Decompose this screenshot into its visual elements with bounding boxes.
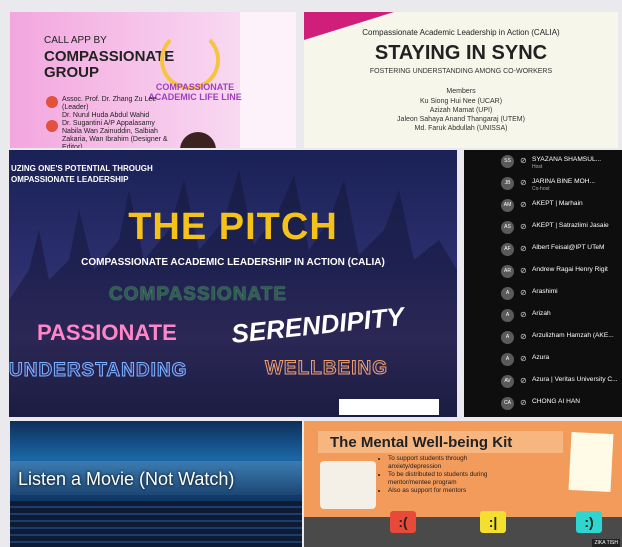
participant-name: Azura xyxy=(532,354,550,361)
muted-mic-icon[interactable]: ⊘ xyxy=(520,310,527,319)
participant-row[interactable]: JB ⊘ JARINA BINE MOH... Co-host xyxy=(464,174,622,194)
muted-mic-icon[interactable]: ⊘ xyxy=(520,178,527,187)
avatar: AF xyxy=(501,243,514,256)
muted-mic-icon[interactable]: ⊘ xyxy=(520,156,527,165)
avatar: AM xyxy=(501,199,514,212)
bullet-icon xyxy=(46,96,58,108)
participant-name: Arizah xyxy=(532,310,551,317)
avatar: A xyxy=(501,331,514,344)
member-name: Azizah Mamat (UPI) xyxy=(429,107,493,114)
list-item: Also as support for mentors xyxy=(388,487,500,495)
word-understanding: UNDERSTANDING xyxy=(9,360,188,382)
note-image xyxy=(568,431,614,493)
avatar: A xyxy=(501,309,514,322)
person-entry: Dr. Sugantini A/P Appalasamy Nabila Wan … xyxy=(62,120,172,148)
participant-row[interactable]: A ⊘ Arizah xyxy=(464,306,622,326)
participant-name: Arashimi xyxy=(532,288,558,295)
participant-row[interactable]: A ⊘ Arzulizham Hamzah (AKE... xyxy=(464,328,622,348)
slide-subtitle: COMPASSIONATE ACADEMIC LEADERSHIP IN ACT… xyxy=(81,257,385,268)
person-name: Dr. Sugantini A/P Appalasamy xyxy=(62,120,155,127)
slide-header: UZING ONE'S POTENTIAL THROUGH OMPASSIONA… xyxy=(11,163,153,185)
tile-title: The Mental Well-being Kit xyxy=(318,431,563,453)
muted-mic-icon[interactable]: ⊘ xyxy=(520,376,527,385)
corner-tag: ZIKA TISH xyxy=(592,539,620,547)
list-item: To be distributed to students during men… xyxy=(388,471,500,487)
video-tile-compassionate-group[interactable]: CALL APP BY COMPASSIONATE GROUP COMPASSI… xyxy=(10,12,296,148)
participant-row[interactable]: AM ⊘ AKEPT | Marhain xyxy=(464,196,622,216)
tile-subtitle: FOSTERING UNDERSTANDING AMONG CO-WORKERS xyxy=(369,68,553,75)
floor-strip xyxy=(304,517,622,547)
bullet-list: To support students through anxiety/depr… xyxy=(380,455,500,495)
muted-mic-icon[interactable]: ⊘ xyxy=(520,288,527,297)
word-compassionate: COMPASSIONATE xyxy=(109,284,288,305)
sponsor-logos xyxy=(339,399,439,415)
members-label: Members xyxy=(446,88,476,95)
participant-role: Co-host xyxy=(532,186,550,192)
bullet-icon xyxy=(46,120,58,132)
video-tile-movie[interactable]: Listen a Movie (Not Watch) xyxy=(10,421,302,547)
tile-title: COMPASSIONATE GROUP xyxy=(44,48,175,81)
avatar: CA xyxy=(501,397,514,410)
participant-role: Host xyxy=(532,164,543,170)
tile-title: STAYING IN SYNC xyxy=(374,42,548,64)
person-name: Assoc. Prof. Dr. Zhang Zu Lee (Leader) xyxy=(62,96,157,111)
participant-name: Albert Feisal@IPT UTeM xyxy=(532,244,605,251)
header-line: UZING ONE'S POTENTIAL THROUGH xyxy=(11,164,153,173)
participant-row[interactable]: SS ⊘ SYAZANA SHAMSUL... Host xyxy=(464,152,622,172)
muted-mic-icon[interactable]: ⊘ xyxy=(520,354,527,363)
participant-name: JARINA BINE MOH... xyxy=(532,178,596,185)
muted-mic-icon[interactable]: ⊘ xyxy=(520,266,527,275)
participant-row[interactable]: AS ⊘ AKEPT | Satrazlimi Jasaie xyxy=(464,218,622,238)
video-tile-mental-wellbeing-kit[interactable]: The Mental Well-being Kit To support stu… xyxy=(304,421,622,547)
participant-row[interactable]: AV ⊘ Azura | Veritas University C... xyxy=(464,372,622,392)
sad-face-icon: :( xyxy=(390,511,416,533)
word-passionate: PASSIONATE xyxy=(37,320,177,345)
muted-mic-icon[interactable]: ⊘ xyxy=(520,244,527,253)
member-name: Jaleon Sahaya Anand Thangaraj (UTEM) xyxy=(397,116,525,123)
avatar: JB xyxy=(501,177,514,190)
avatar: AR xyxy=(501,265,514,278)
participant-name: CHONG AI HAN xyxy=(532,398,580,405)
avatar: SS xyxy=(501,155,514,168)
participant-name: AKEPT | Marhain xyxy=(532,200,583,207)
person-sub: Dr. Nurul Huda Abdul Wahid xyxy=(62,112,150,119)
heart-hands-logo-icon xyxy=(160,30,220,90)
cinema-seats xyxy=(10,501,302,547)
video-tile-staying-in-sync[interactable]: Compassionate Academic Leadership in Act… xyxy=(304,12,618,148)
participant-name: SYAZANA SHAMSUL... xyxy=(532,156,602,163)
kit-image xyxy=(320,461,376,509)
participant-name: Arzulizham Hamzah (AKE... xyxy=(532,332,614,339)
happy-face-icon: :) xyxy=(576,511,602,533)
video-tile-the-pitch[interactable]: UZING ONE'S POTENTIAL THROUGH OMPASSIONA… xyxy=(9,150,457,417)
muted-mic-icon[interactable]: ⊘ xyxy=(520,332,527,341)
participant-name: Azura | Veritas University C... xyxy=(532,376,618,383)
muted-mic-icon[interactable]: ⊘ xyxy=(520,200,527,209)
person-entry: Assoc. Prof. Dr. Zhang Zu Lee (Leader) D… xyxy=(62,96,172,120)
muted-mic-icon[interactable]: ⊘ xyxy=(520,222,527,231)
header-line: OMPASSIONATE LEADERSHIP xyxy=(11,175,129,184)
avatar: A xyxy=(501,287,514,300)
neutral-face-icon: :| xyxy=(480,511,506,533)
participant-row[interactable]: A ⊘ Arashimi xyxy=(464,284,622,304)
participant-name: AKEPT | Satrazlimi Jasaie xyxy=(532,222,609,229)
participant-row[interactable]: AR ⊘ Andrew Ragai Henry Rigit xyxy=(464,262,622,282)
member-name: Ku Siong Hui Nee (UCAR) xyxy=(419,98,503,105)
muted-mic-icon[interactable]: ⊘ xyxy=(520,398,527,407)
word-wellbeing: WELLBEING xyxy=(265,358,388,380)
avatar: AS xyxy=(501,221,514,234)
avatar: A xyxy=(501,353,514,366)
member-name: Md. Faruk Abdullah (UNISSA) xyxy=(414,125,508,132)
participant-name: Andrew Ragai Henry Rigit xyxy=(532,266,608,273)
list-item: To support students through anxiety/depr… xyxy=(388,455,500,471)
tile-kicker: Compassionate Academic Leadership in Act… xyxy=(362,28,560,37)
avatar: AV xyxy=(501,375,514,388)
participant-row[interactable]: A ⊘ Azura xyxy=(464,350,622,370)
participant-row[interactable]: AF ⊘ Albert Feisal@IPT UTeM xyxy=(464,240,622,260)
tile-kicker: CALL APP BY xyxy=(44,35,107,46)
tile-caption: Listen a Movie (Not Watch) xyxy=(18,469,235,489)
slide-title: THE PITCH xyxy=(128,206,338,248)
person-sub: Nabila Wan Zainuddin, Salbiah Zakaria, W… xyxy=(62,128,168,148)
participant-row[interactable]: CA ⊘ CHONG AI HAN xyxy=(464,394,622,414)
participants-panel[interactable]: SS ⊘ SYAZANA SHAMSUL... Host JB ⊘ JARINA BINE … xyxy=(464,150,622,417)
